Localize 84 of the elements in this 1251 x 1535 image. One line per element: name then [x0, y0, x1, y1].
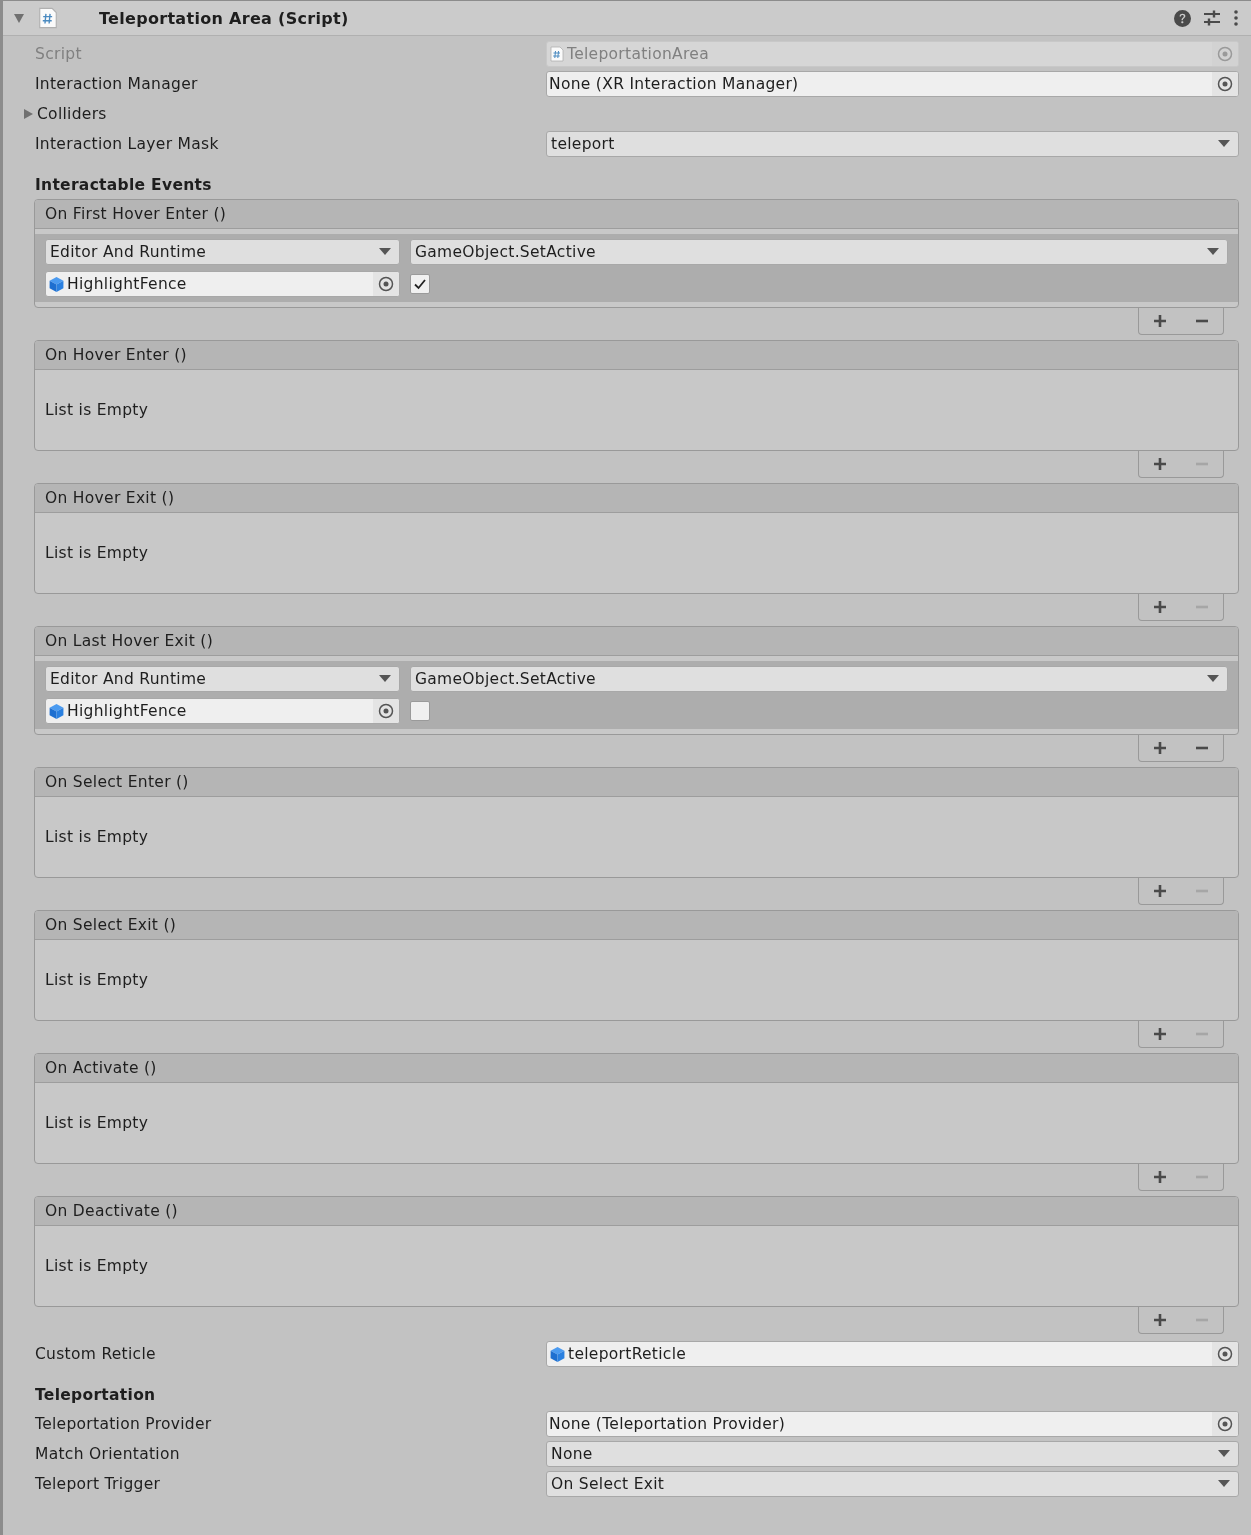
- object-picker-button[interactable]: [373, 699, 399, 723]
- object-field[interactable]: HighlightFence: [45, 271, 400, 297]
- event-header: On Select Exit (): [35, 911, 1238, 940]
- empty-list-text: List is Empty: [45, 401, 149, 419]
- target-icon: [1217, 1346, 1233, 1362]
- caret-icon: [1218, 140, 1230, 148]
- add-button[interactable]: [1151, 882, 1169, 900]
- script-icon: [549, 46, 565, 62]
- add-button[interactable]: [1151, 1311, 1169, 1329]
- cube-icon: [549, 1345, 566, 1363]
- object-picker-button[interactable]: [373, 272, 399, 296]
- caret-icon: [379, 248, 391, 256]
- property-label: Script: [35, 45, 83, 63]
- add-button[interactable]: [1151, 1168, 1169, 1186]
- dropdown[interactable]: Editor And Runtime: [45, 666, 400, 692]
- object-picker-button[interactable]: [1212, 1412, 1238, 1436]
- caret-icon: [1207, 675, 1219, 683]
- dropdown[interactable]: None: [546, 1441, 1239, 1467]
- object-field[interactable]: HighlightFence: [45, 698, 400, 724]
- event-header: On Last Hover Exit (): [35, 627, 1238, 656]
- event-header: On Activate (): [35, 1054, 1238, 1083]
- target-icon: [378, 703, 394, 719]
- empty-list-text: List is Empty: [45, 1257, 149, 1275]
- event-header: On Hover Exit (): [35, 484, 1238, 513]
- caret-icon: [1207, 248, 1219, 256]
- event-header: On Deactivate (): [35, 1197, 1238, 1226]
- cube-icon: [48, 275, 65, 293]
- property-label: Interaction Manager: [35, 75, 199, 93]
- dropdown[interactable]: Editor And Runtime: [45, 239, 400, 265]
- object-field[interactable]: None (Teleportation Provider): [546, 1411, 1239, 1437]
- plus-icon: [1153, 741, 1167, 755]
- empty-list-text: List is Empty: [45, 828, 149, 846]
- empty-list-text: List is Empty: [45, 544, 149, 562]
- property-label: Teleport Trigger: [35, 1475, 162, 1493]
- empty-list-text: List is Empty: [45, 1114, 149, 1132]
- property-label: Interaction Layer Mask: [35, 135, 220, 153]
- dropdown[interactable]: GameObject.SetActive: [410, 239, 1228, 265]
- dropdown[interactable]: teleport: [546, 131, 1239, 157]
- add-button[interactable]: [1151, 1025, 1169, 1043]
- target-icon: [1217, 1416, 1233, 1432]
- plus-icon: [1153, 457, 1167, 471]
- caret-icon: [1218, 1480, 1230, 1488]
- plus-icon: [1153, 884, 1167, 898]
- event-header: On First Hover Enter (): [35, 200, 1238, 229]
- help-icon[interactable]: [1174, 9, 1191, 27]
- dropdown[interactable]: On Select Exit: [546, 1471, 1239, 1497]
- object-field[interactable]: None (XR Interaction Manager): [546, 71, 1239, 97]
- more-icon[interactable]: [1233, 9, 1239, 27]
- foldout-arrow-icon[interactable]: [13, 12, 25, 24]
- check-icon: [413, 277, 427, 291]
- object-picker-button[interactable]: [1212, 1342, 1238, 1366]
- foldout-label[interactable]: Colliders: [37, 105, 107, 123]
- object-field[interactable]: teleportReticle: [546, 1341, 1239, 1367]
- empty-list-text: List is Empty: [45, 971, 149, 989]
- dropdown[interactable]: GameObject.SetActive: [410, 666, 1228, 692]
- object-picker-button[interactable]: [1212, 72, 1238, 96]
- property-label: Custom Reticle: [35, 1345, 157, 1363]
- cube-icon: [48, 702, 65, 720]
- section-heading: Interactable Events: [35, 176, 212, 194]
- caret-icon: [379, 675, 391, 683]
- plus-icon: [1153, 1170, 1167, 1184]
- checkbox[interactable]: [410, 274, 430, 294]
- plus-icon: [1153, 314, 1167, 328]
- sliders-icon[interactable]: [1203, 9, 1221, 27]
- event-header: On Select Enter (): [35, 768, 1238, 797]
- add-button[interactable]: [1151, 312, 1169, 330]
- target-icon: [1217, 46, 1233, 62]
- event-header: On Hover Enter (): [35, 341, 1238, 370]
- property-label: Match Orientation: [35, 1445, 181, 1463]
- section-heading: Teleportation: [35, 1386, 156, 1404]
- add-button[interactable]: [1151, 598, 1169, 616]
- foldout-arrow-icon[interactable]: [22, 108, 34, 120]
- plus-icon: [1153, 1313, 1167, 1327]
- component-header: Teleportation Area (Script): [3, 1, 1251, 36]
- property-label: Teleportation Provider: [35, 1415, 213, 1433]
- checkbox[interactable]: [410, 701, 430, 721]
- plus-icon: [1153, 600, 1167, 614]
- add-button[interactable]: [1151, 455, 1169, 473]
- script-icon: [37, 7, 59, 29]
- add-button[interactable]: [1151, 739, 1169, 757]
- target-icon: [378, 276, 394, 292]
- plus-icon: [1153, 1027, 1167, 1041]
- target-icon: [1217, 76, 1233, 92]
- caret-icon: [1218, 1450, 1230, 1458]
